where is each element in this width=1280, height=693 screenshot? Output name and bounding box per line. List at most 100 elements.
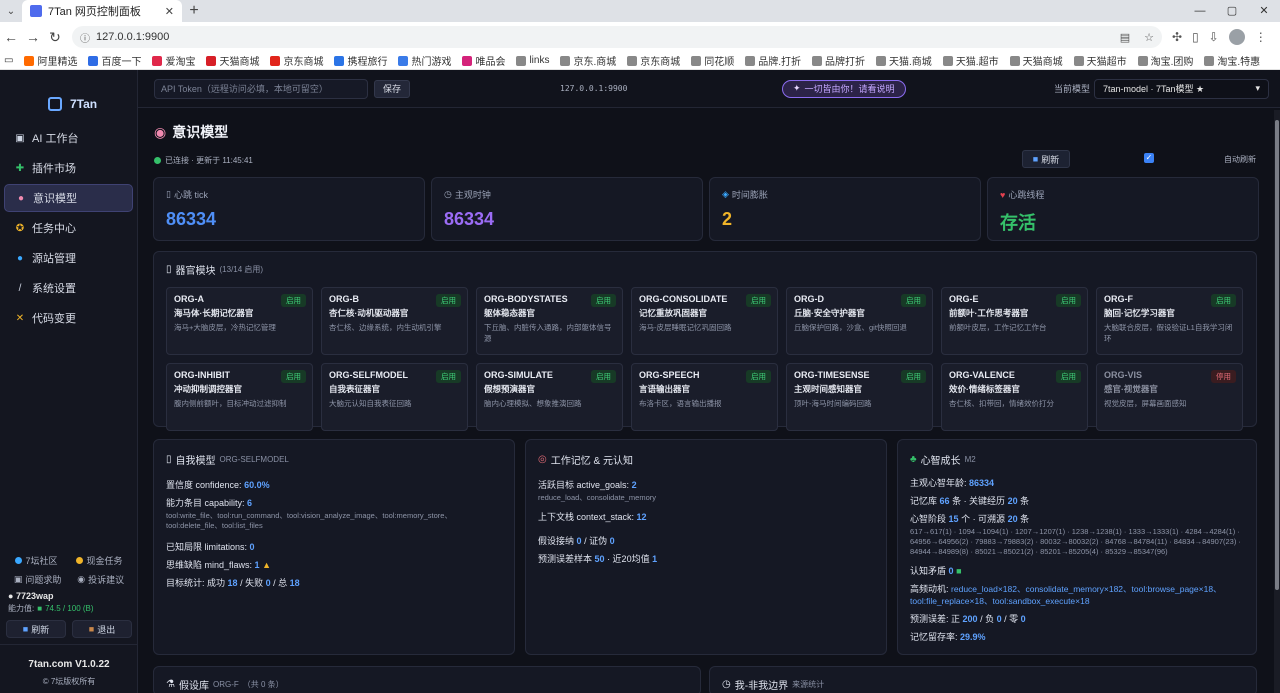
bookmark-item[interactable]: 天猫.超市 — [942, 53, 999, 68]
brand[interactable]: 7Tan — [0, 70, 137, 120]
api-token-input[interactable]: API Token（远程访问必填，本地可留空） — [154, 78, 368, 99]
bookmark-item[interactable]: 同花顺 — [691, 53, 734, 68]
organ-desc: 大脑元认知自我表征回路 — [329, 399, 412, 408]
organ-card[interactable]: ORG-INHIBIT 启用 冲动抑制调控器官 腹内侧前额叶，目标冲动过滤抑制 — [166, 363, 313, 431]
extensions-icon[interactable]: ✣ — [1172, 30, 1182, 44]
organ-card[interactable]: ORG-VIS 停用 感官·视觉器官 视觉皮层，屏幕画面感知 — [1096, 363, 1243, 431]
bookmark-item[interactable]: 品牌打折 — [812, 53, 865, 68]
status-badge: 启用 — [281, 370, 306, 383]
bookmark-item[interactable]: 品牌.打折 — [745, 53, 801, 68]
bookmark-item[interactable]: 天猫商城 — [206, 53, 259, 68]
model-select[interactable]: 7tan-model · 7Tan模型 ★ ▾ — [1094, 78, 1269, 99]
maximize-icon[interactable]: ▢ — [1216, 0, 1248, 22]
organ-card[interactable]: ORG-SPEECH 启用 言语输出器官 布洛卡区，语言输出播报 — [631, 363, 778, 431]
brain-icon: ● — [17, 192, 25, 204]
organ-card[interactable]: ORG-TIMESENSE 启用 主观时间感知器官 顶叶-海马时间编码回路 — [786, 363, 933, 431]
sidebar-item-5[interactable]: / 系统设置 — [4, 274, 133, 302]
minimize-icon[interactable]: — — [1184, 0, 1216, 22]
bookmark-item[interactable]: 淘宝.特惠 — [1204, 53, 1260, 68]
sidebar-item-3[interactable]: ✪ 任务中心 — [4, 214, 133, 242]
bookmark-item[interactable]: 阿里精选 — [24, 53, 77, 68]
bookmark-item[interactable]: links — [516, 55, 549, 66]
sidebar-item-2[interactable]: ● 意识模型 — [4, 184, 133, 212]
target-icon: ◎ — [538, 454, 547, 465]
refresh-button[interactable]: ■ 刷新 — [1022, 150, 1070, 168]
organ-desc: 顶叶-海马时间编码回路 — [794, 399, 872, 408]
stat-value: 2 — [722, 209, 733, 229]
logout-button[interactable]: ■ 退出 — [72, 620, 132, 638]
profile-avatar[interactable] — [1228, 29, 1245, 45]
bookmark-favicon-icon — [1137, 55, 1148, 66]
status-badge: 启用 — [591, 370, 616, 383]
organ-desc: 视觉皮层，屏幕画面感知 — [1104, 399, 1187, 408]
bookmark-item[interactable]: 携程旅行 — [334, 53, 387, 68]
browser-menu-icon[interactable]: ⋮ — [1255, 30, 1267, 44]
tab-search-icon[interactable]: ⌄ — [0, 6, 22, 17]
site-info-icon[interactable]: ⓘ — [80, 30, 90, 45]
bookmark-item[interactable]: 天猫.商城 — [876, 53, 932, 68]
status-badge: 启用 — [1056, 370, 1081, 383]
selfmodel-panel: ▯ 自我模型 ORG-SELFMODEL 置信度 confidence: 60.0%… — [153, 439, 515, 655]
url-input[interactable]: ⓘ 127.0.0.1:9900 ▤ ☆ — [72, 26, 1162, 48]
bookmark-item[interactable]: 京东商城 — [627, 53, 680, 68]
organ-card[interactable]: ORG-CONSOLIDATE 启用 记忆重放巩固器官 海马-皮层睡眠记忆巩固回路 — [631, 287, 778, 355]
clock-icon: ◷ — [444, 189, 452, 199]
refresh-icon: ■ — [1032, 154, 1039, 164]
bookmark-item[interactable]: 唯品会 — [462, 53, 505, 68]
organ-desc: 杏仁核、扣带回，情绪效价打分 — [949, 399, 1054, 408]
downloads-icon[interactable]: ⇩ — [1209, 30, 1219, 44]
back-icon[interactable]: ← — [0, 29, 22, 45]
feedback-link[interactable]: ◉ 投诉建议 — [77, 573, 124, 586]
bookmark-item[interactable]: 天猫商城 — [1009, 53, 1063, 68]
bookmark-favicon-icon — [942, 55, 953, 66]
check-icon: ■ — [956, 566, 962, 576]
new-tab-button[interactable]: + — [182, 2, 206, 20]
organ-desc: 下丘脑、内脏传入通路，内部躯体信号源 — [484, 323, 612, 343]
bookmark-item[interactable]: 天猫超市 — [1073, 53, 1127, 68]
organ-card[interactable]: ORG-F 启用 脑回·记忆学习器官 大脑联合皮层，假设验证L1自我学习闭环 — [1096, 287, 1243, 355]
status-badge: 停用 — [1211, 370, 1236, 383]
close-tab-icon[interactable]: ✕ — [165, 5, 174, 18]
bookmark-item[interactable]: 热门游戏 — [398, 53, 451, 68]
scrollbar[interactable] — [1274, 110, 1280, 693]
sidebar-icon[interactable]: ▯ — [1192, 30, 1199, 44]
window-controls: — ▢ ✕ — [1184, 0, 1280, 22]
bookmark-item[interactable]: 淘宝.团购 — [1137, 53, 1193, 68]
save-token-button[interactable]: 保存 — [374, 79, 411, 98]
organ-card[interactable]: ORG-BODYSTATES 启用 躯体稳态器官 下丘脑、内脏传入通路，内部躯体信号源 — [476, 287, 623, 355]
organ-card[interactable]: ORG-E 启用 前额叶·工作思考器官 前额叶皮层，工作记忆工作台 — [941, 287, 1088, 355]
organ-card[interactable]: ORG-A 启用 海马体·长期记忆器官 海马+大脑皮层，冷热记忆管理 — [166, 287, 313, 355]
warning-icon: ▲ — [262, 560, 271, 570]
reload-icon[interactable]: ↻ — [44, 29, 66, 46]
status-badge: 启用 — [746, 370, 771, 383]
status-badge: 启用 — [901, 370, 926, 383]
browser-tab[interactable]: 7Tan 网页控制面板 ✕ — [22, 0, 182, 22]
sidebar-item-label: 系统设置 — [32, 283, 76, 295]
close-window-icon[interactable]: ✕ — [1248, 0, 1280, 22]
cash-task-link[interactable]: 现金任务 — [76, 554, 123, 567]
sidebar-menu: ▣ AI 工作台 ✚ 插件市场 ● 意识模型 ✪ 任务中心 ● 源站管理 / 系统设置 ✕ 代码变更 — [0, 124, 137, 332]
organ-card[interactable]: ORG-SIMULATE 启用 假想预演器官 脑内心理模拟、想象推演回路 — [476, 363, 623, 431]
bookmark-item[interactable]: 京东.商城 — [560, 53, 616, 68]
reader-icon[interactable]: ▤ — [1120, 31, 1130, 44]
bookmark-item[interactable]: 爱淘宝 — [152, 53, 195, 68]
organ-card[interactable]: ORG-VALENCE 启用 效价·情绪标签器官 杏仁核、扣带回，情绪效价打分 — [941, 363, 1088, 431]
bookmark-item[interactable]: 京东商城 — [270, 53, 323, 68]
sidebar-item-6[interactable]: ✕ 代码变更 — [4, 304, 133, 332]
sidebar-item-0[interactable]: ▣ AI 工作台 — [4, 124, 133, 152]
bookmark-favicon-icon — [24, 55, 35, 66]
bookmark-item[interactable]: 百度一下 — [88, 53, 141, 68]
forward-icon[interactable]: → — [22, 29, 44, 45]
bookmark-star-icon[interactable]: ☆ — [1144, 31, 1154, 44]
help-pill-button[interactable]: ✦ 一切皆由你！请看说明 — [782, 79, 906, 98]
sidebar-item-4[interactable]: ● 源站管理 — [4, 244, 133, 272]
apps-icon[interactable]: ▭ — [4, 55, 13, 66]
sidebar-refresh-button[interactable]: ■ 刷新 — [6, 620, 66, 638]
sidebar-item-1[interactable]: ✚ 插件市场 — [4, 154, 133, 182]
help-link[interactable]: ▣ 问题求助 — [14, 573, 62, 586]
organ-card[interactable]: ORG-B 启用 杏仁核·动机驱动器官 杏仁核、边缘系统，内生动机引擎 — [321, 287, 468, 355]
organ-card[interactable]: ORG-SELFMODEL 启用 自我表征器官 大脑元认知自我表征回路 — [321, 363, 468, 431]
organ-card[interactable]: ORG-D 启用 丘脑·安全守护器官 丘脑保护回路，沙盒、git快照回退 — [786, 287, 933, 355]
auto-refresh-checkbox[interactable]: ✓ — [1144, 153, 1154, 163]
community-link[interactable]: 7坛社区 — [15, 554, 58, 567]
